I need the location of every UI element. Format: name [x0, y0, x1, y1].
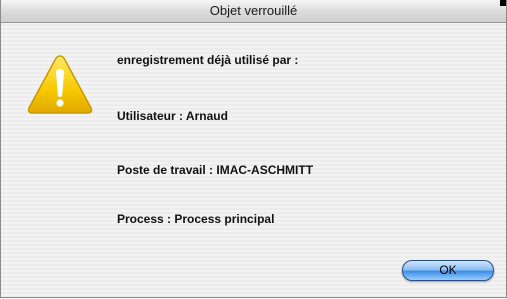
title-bar[interactable]: Objet verrouillé: [1, 0, 506, 23]
process-line: Process : Process principal: [117, 212, 275, 226]
alert-heading: enregistrement déjà utilisé par :: [117, 53, 299, 67]
ok-button[interactable]: OK: [402, 260, 494, 281]
user-line: Utilisateur : Arnaud: [117, 109, 228, 123]
window-title: Objet verrouillé: [209, 3, 298, 18]
warning-icon: [25, 52, 95, 116]
workstation-line: Poste de travail : IMAC-ASCHMITT: [117, 163, 314, 177]
alert-dialog: Objet verrouillé enregistrement déjà uti…: [0, 0, 507, 298]
window-corner: [500, 0, 506, 6]
